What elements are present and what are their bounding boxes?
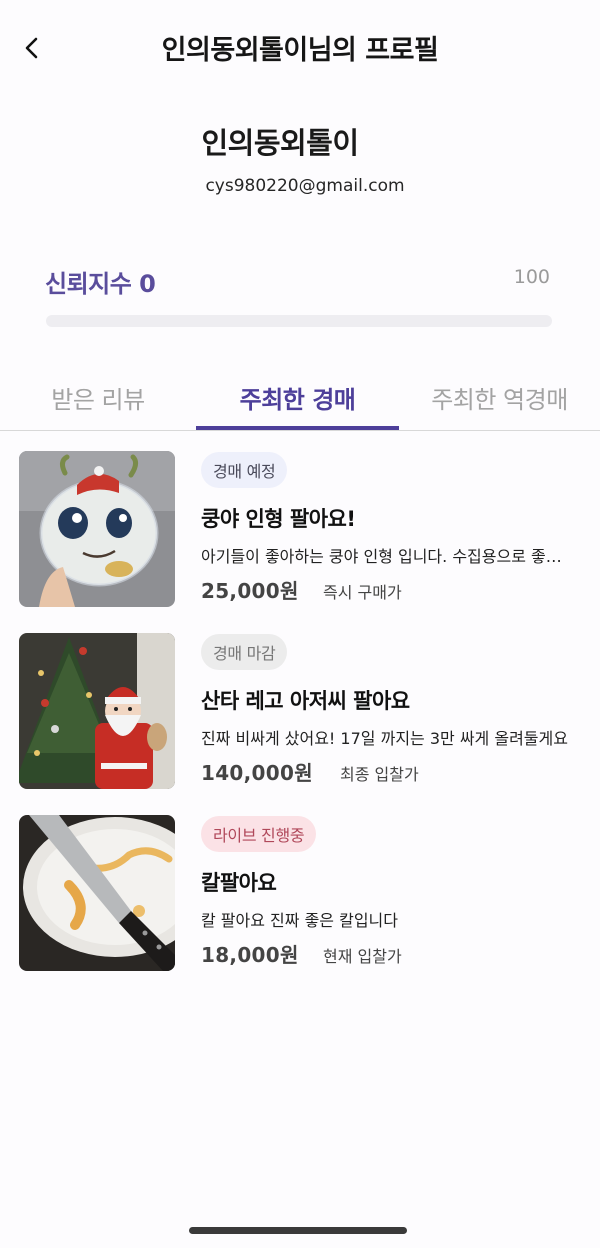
tab-hosted-auctions[interactable]: 주최한 경매 bbox=[196, 368, 399, 430]
auction-status-badge: 경매 예정 bbox=[201, 452, 288, 488]
auction-title: 산타 레고 아저씨 팔아요 bbox=[201, 689, 410, 713]
home-indicator[interactable] bbox=[189, 1227, 407, 1234]
auction-list-item[interactable]: 경매 마감 산타 레고 아저씨 팔아요 진짜 비싸게 샀어요! 17일 까지는 … bbox=[0, 633, 600, 793]
tabs-divider bbox=[0, 430, 600, 431]
profile-screen: 인의동외톨이님의 프로필 인의동외톨이 cys980220@gmail.com … bbox=[0, 0, 600, 1248]
auction-thumbnail-knife bbox=[19, 815, 175, 971]
auction-price-type: 즉시 구매가 bbox=[323, 583, 402, 602]
auction-description: 칼 팔아요 진짜 좋은 칼입니다 bbox=[201, 911, 398, 930]
auction-thumbnail-plush-doll bbox=[19, 451, 175, 607]
auction-thumbnail-santa-figure bbox=[19, 633, 175, 789]
auction-price: 25,000원 bbox=[201, 579, 299, 603]
app-header: 인의동외톨이님의 프로필 bbox=[0, 0, 600, 92]
profile-tabs: 받은 리뷰 주최한 경매 주최한 역경매 bbox=[0, 368, 600, 432]
auction-price-type: 현재 입찰가 bbox=[323, 947, 402, 966]
auction-price: 140,000원 bbox=[201, 761, 313, 785]
auction-list-item[interactable]: 경매 예정 쿵야 인형 팔아요! 아기들이 좋아하는 쿵야 인형 입니다. 수집… bbox=[0, 451, 600, 611]
tab-received-reviews[interactable]: 받은 리뷰 bbox=[0, 368, 196, 430]
auction-price-type: 최종 입찰가 bbox=[340, 765, 419, 784]
trust-score-label: 신뢰지수 0 bbox=[45, 270, 156, 298]
page-title: 인의동외톨이님의 프로필 bbox=[161, 35, 439, 66]
auction-price: 18,000원 bbox=[201, 943, 299, 967]
auction-title: 칼팔아요 bbox=[201, 871, 277, 895]
auction-list-item[interactable]: 라이브 진행중 칼팔아요 칼 팔아요 진짜 좋은 칼입니다 18,000원 현재… bbox=[0, 815, 600, 975]
auction-status-badge: 경매 마감 bbox=[201, 634, 288, 670]
profile-nickname: 인의동외톨이 bbox=[201, 126, 359, 160]
auction-status-badge: 라이브 진행중 bbox=[201, 816, 317, 852]
auction-description: 아기들이 좋아하는 쿵야 인형 입니다. 수집용으로 좋아요 bbox=[201, 547, 569, 566]
auction-title: 쿵야 인형 팔아요! bbox=[201, 507, 356, 531]
auction-description: 진짜 비싸게 샀어요! 17일 까지는 3만 싸게 올려둘게요 bbox=[201, 729, 568, 748]
trust-score-max: 100 bbox=[513, 266, 550, 288]
profile-email: cys980220@gmail.com bbox=[205, 176, 405, 196]
tab-hosted-reverse-auctions[interactable]: 주최한 역경매 bbox=[399, 368, 600, 430]
trust-score-bar bbox=[46, 315, 552, 327]
